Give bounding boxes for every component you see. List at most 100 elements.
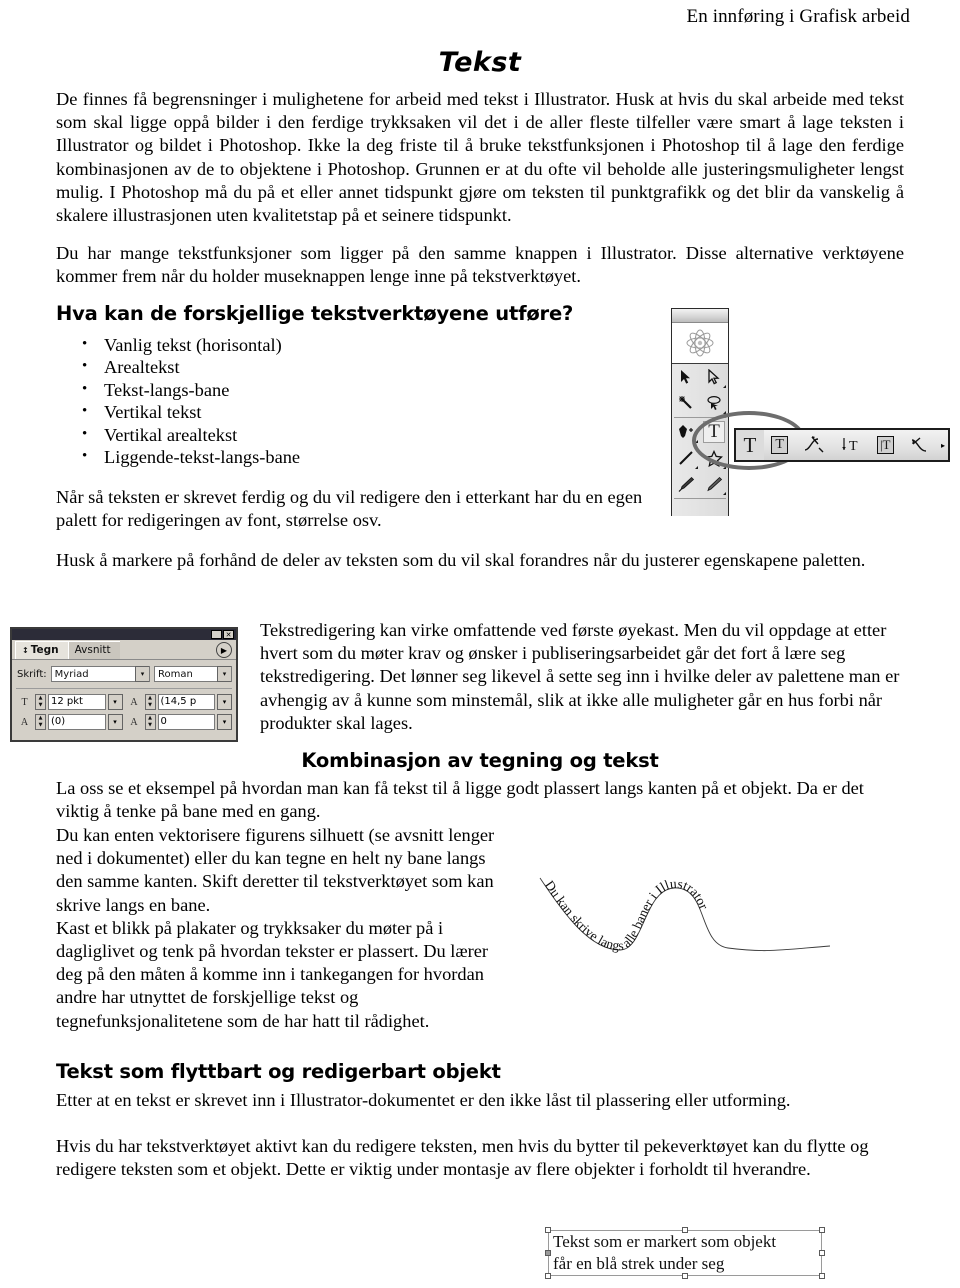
character-palette[interactable]: _ ✕ ↕ Tegn Avsnitt ▶ Skrift: Myriad ▾ Rom… xyxy=(10,627,238,742)
font-style-value: Roman xyxy=(158,668,193,680)
area-type-glyph: T xyxy=(771,436,788,454)
tab-avsnitt[interactable]: Avsnitt xyxy=(67,641,120,659)
leading-stepper[interactable]: ▲ ▼ xyxy=(144,694,156,710)
chevron-down-icon[interactable]: ▾ xyxy=(217,714,232,730)
paragraph-after-list: Når så teksten er skrevet ferdig og du v… xyxy=(56,487,643,531)
tracking-value[interactable]: 0 xyxy=(157,714,215,730)
list-item: Vanlig tekst (horisontal) xyxy=(68,333,488,356)
leading-field[interactable]: A ▲ ▼ (14,5 p ▾ xyxy=(126,694,232,710)
chevron-down-icon[interactable]: ▾ xyxy=(135,666,149,682)
updown-icon: ↕ xyxy=(22,646,29,655)
magic-wand-glyph xyxy=(679,396,692,409)
resize-handle-ne[interactable] xyxy=(819,1227,825,1233)
document-page: En innføring i Grafisk arbeid Tekst De f… xyxy=(0,0,960,1288)
paragraph-editing: Tekstredigering kan virke omfattende ved… xyxy=(260,620,900,733)
type-tool-flyout[interactable]: T T T |T ▸ xyxy=(734,428,950,462)
resize-handle-nw[interactable] xyxy=(545,1227,551,1233)
vertical-type-on-path-tool-icon[interactable] xyxy=(901,430,938,460)
selection-arrow-icon[interactable] xyxy=(672,364,700,390)
path-text-label: Du kan skrive langs alle baner i Illustr… xyxy=(542,876,712,953)
pencil-icon[interactable] xyxy=(700,471,728,497)
type-tool-icon[interactable]: T xyxy=(736,430,764,460)
tab-avsnitt-label: Avsnitt xyxy=(74,644,111,656)
close-button[interactable]: ✕ xyxy=(223,630,234,639)
paragraph-combo-top: La oss se et eksempel på hvordan man kan… xyxy=(56,778,864,822)
font-label: Skrift: xyxy=(17,668,47,680)
vertical-type-on-path-glyph xyxy=(911,437,926,452)
selected-text-line-2: får en blå strek under seg xyxy=(553,1254,725,1273)
font-size-field[interactable]: T ▲ ▼ 12 pkt ▾ xyxy=(16,694,123,710)
list-item: Arealtekst xyxy=(68,355,488,378)
spin-down-icon[interactable]: ▼ xyxy=(146,702,155,709)
svg-text:T: T xyxy=(849,439,858,454)
font-size-icon: T xyxy=(21,696,28,708)
tracking-field[interactable]: A ▲ ▼ 0 ▾ xyxy=(126,714,232,730)
list-item: Tekst-langs-bane xyxy=(68,378,488,401)
page-title: Tekst xyxy=(438,47,522,78)
palette-titlebar[interactable]: _ ✕ xyxy=(12,629,236,640)
paragraph-combo-left: Du kan enten vektorisere figurens silhue… xyxy=(56,825,495,1031)
heading-what-tools: Hva kan de forskjellige tekstverktøyene … xyxy=(56,302,574,325)
list-item: Vertikal arealtekst xyxy=(68,423,488,446)
spin-up-icon[interactable]: ▲ xyxy=(146,715,155,722)
minimize-button[interactable]: _ xyxy=(211,630,222,639)
spin-up-icon[interactable]: ▲ xyxy=(36,715,45,722)
spin-down-icon[interactable]: ▼ xyxy=(36,722,45,729)
heading-movable: Tekst som flyttbart og redigerbart objek… xyxy=(56,1060,501,1083)
paragraph-movable-2: Hvis du har tekstverktøyet aktivt kan du… xyxy=(56,1136,869,1180)
resize-handle-sw[interactable] xyxy=(545,1273,551,1279)
running-header: En innføring i Grafisk arbeid xyxy=(686,6,910,27)
vertical-area-type-glyph: |T xyxy=(876,436,894,454)
tracking-icon: A xyxy=(130,716,138,728)
leading-value[interactable]: (14,5 p xyxy=(157,694,215,710)
direct-selection-arrow-icon[interactable] xyxy=(700,364,728,390)
chevron-down-icon[interactable]: ▾ xyxy=(217,666,231,682)
kerning-stepper[interactable]: ▲ ▼ xyxy=(35,714,46,730)
kerning-tracking-row: A ▲ ▼ (0) ▾ A ▲ ▼ 0 ▾ xyxy=(16,712,232,732)
selected-text-content: Tekst som er markert som objekt får en b… xyxy=(553,1231,833,1275)
chevron-down-icon[interactable]: ▾ xyxy=(107,714,123,730)
lasso-icon[interactable] xyxy=(700,390,728,416)
font-size-value[interactable]: 12 pkt xyxy=(48,694,106,710)
vertical-type-tool-icon[interactable]: T xyxy=(832,430,869,460)
area-type-tool-icon[interactable]: T xyxy=(764,430,796,460)
spin-up-icon[interactable]: ▲ xyxy=(36,695,45,702)
tool-corner-marker xyxy=(723,385,726,388)
metrics-grid: T ▲ ▼ 12 pkt ▾ A ▲ ▼ (14,5 p ▾ A ▲ ▼ (0)… xyxy=(12,691,236,732)
paragraph-intro: De finnes få begrensninger i mulighetene… xyxy=(56,89,904,226)
vertical-area-type-tool-icon[interactable]: |T xyxy=(869,430,901,460)
palette-divider xyxy=(16,688,232,689)
tool-list: Vanlig tekst (horisontal) Arealtekst Tek… xyxy=(68,333,488,468)
tab-tegn-label: Tegn xyxy=(30,644,59,656)
spin-up-icon[interactable]: ▲ xyxy=(146,695,155,702)
paragraph-mark-first: Husk å markere på forhånd de deler av te… xyxy=(56,550,866,570)
resize-handle-e[interactable] xyxy=(819,1250,825,1256)
kerning-field[interactable]: A ▲ ▼ (0) ▾ xyxy=(16,714,123,730)
font-style-select[interactable]: Roman ▾ xyxy=(154,666,232,682)
resize-handle-s[interactable] xyxy=(682,1273,688,1279)
resize-handle-n[interactable] xyxy=(682,1227,688,1233)
resize-handle-se[interactable] xyxy=(819,1273,825,1279)
chevron-down-icon[interactable]: ▾ xyxy=(107,694,123,710)
anchor-point-w[interactable] xyxy=(545,1250,551,1256)
spin-down-icon[interactable]: ▼ xyxy=(146,722,155,729)
type-on-path-glyph xyxy=(804,436,824,453)
paragraph-many-tools: Du har mange tekstfunksjoner som ligger … xyxy=(56,243,904,287)
font-size-stepper[interactable]: ▲ ▼ xyxy=(35,694,46,710)
tab-tegn[interactable]: ↕ Tegn xyxy=(15,641,68,659)
tool-corner-marker xyxy=(695,466,698,469)
tracking-stepper[interactable]: ▲ ▼ xyxy=(144,714,156,730)
spin-down-icon[interactable]: ▼ xyxy=(36,702,45,709)
tool-corner-marker xyxy=(723,492,726,495)
font-family-select[interactable]: Myriad ▾ xyxy=(50,666,150,682)
selected-text-line-1: Tekst som er markert som objekt xyxy=(553,1232,777,1251)
chevron-down-icon[interactable]: ▾ xyxy=(217,694,232,710)
direct-selection-glyph xyxy=(708,369,720,385)
palette-menu-icon[interactable]: ▶ xyxy=(216,642,232,658)
paintbrush-icon[interactable] xyxy=(672,471,700,497)
kerning-value[interactable]: (0) xyxy=(48,714,106,730)
type-on-path-tool-icon[interactable] xyxy=(795,430,832,460)
flyout-tear-off-arrow[interactable]: ▸ xyxy=(938,441,948,450)
pencil-glyph xyxy=(707,476,723,492)
magic-wand-icon[interactable] xyxy=(672,390,700,416)
